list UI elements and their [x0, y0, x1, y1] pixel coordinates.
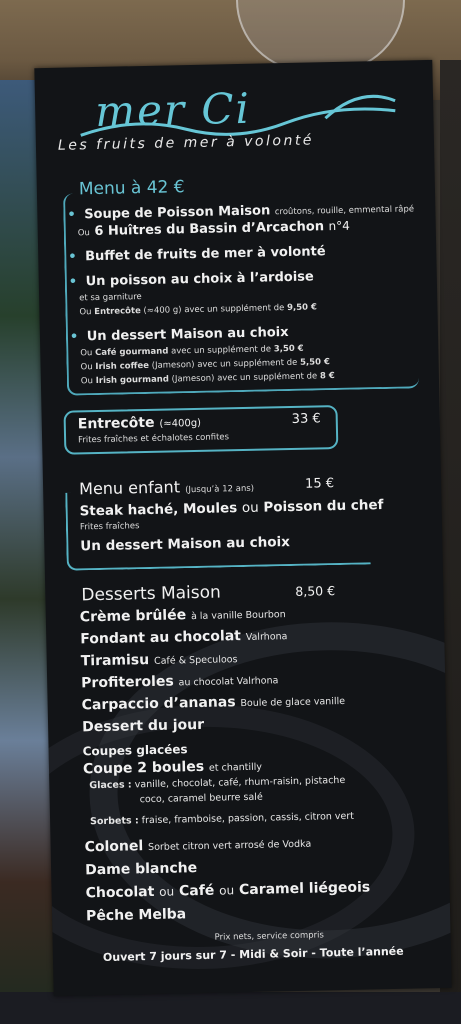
- dessert-sub: au chocolat Valrhona: [178, 675, 279, 689]
- sorbets-label: Sorbets :: [90, 815, 139, 828]
- enfant-price: 15 €: [304, 476, 335, 492]
- dessert-row: Crème brûlée à la vanille Bourbon: [80, 605, 286, 625]
- entrecote-supp-prefix: Ou: [79, 307, 92, 318]
- dame-blanche-row: Dame blanche: [84, 860, 198, 879]
- liegeois-cafe: Café: [178, 882, 215, 900]
- dessert-sub: Boule de glace vanille: [240, 695, 346, 710]
- enfant-frites: Frites fraîches: [79, 521, 140, 533]
- huitres-sub: n°4: [328, 218, 350, 234]
- glaces-label: Glaces :: [89, 779, 132, 792]
- liegeois-ou-1: ou: [159, 884, 175, 899]
- desserts-title: Desserts Maison: [81, 582, 222, 606]
- entrecote-weight: (≈400g): [159, 417, 202, 430]
- dessert-sub: Valrhona: [245, 631, 288, 643]
- colonel-label: Colonel: [84, 838, 144, 856]
- enfant-label: Menu enfant: [78, 477, 181, 499]
- irish-price: 5,50 €: [299, 357, 330, 368]
- cafe-prefix: Ou: [80, 348, 93, 359]
- soupe-sub: croûtons, rouille, emmental râpé: [274, 204, 415, 218]
- coupe2-label: Coupe 2 boules: [82, 758, 205, 778]
- dessert-row: Dessert du jour: [82, 717, 204, 736]
- colonel-sub: Sorbet citron vert arrosé de Vodka: [148, 838, 312, 854]
- cafe-price: 3,50 €: [273, 343, 304, 355]
- logo-text: mer Ci: [94, 83, 252, 136]
- dessert-name: Fondant au chocolat: [80, 628, 242, 648]
- irishg-price: 8 €: [319, 371, 335, 382]
- huitres-prefix: Ou: [77, 228, 90, 239]
- liegeois-chocolat: Chocolat: [85, 883, 155, 902]
- irishg-bold: Irish gourmand: [95, 374, 169, 387]
- desserts-price: 8,50 €: [295, 583, 336, 599]
- irishg-prefix: Ou: [80, 376, 94, 387]
- coupe2-sub: et chantilly: [208, 761, 263, 774]
- irish-bold: Irish coffee: [95, 360, 150, 373]
- dessert-row: Tiramisu Café & Speculoos: [81, 650, 238, 669]
- entrecote-label: Entrecôte: [77, 414, 155, 433]
- enfant-title: Menu enfant (Jusqu’à 12 ans): [78, 476, 255, 499]
- plat-poisson: Poisson du chef: [263, 497, 384, 516]
- plat-moules: Moules: [182, 500, 238, 518]
- entrecote-supp-bold: Entrecôte: [94, 306, 141, 318]
- dessert-name: Dessert du jour: [81, 716, 205, 736]
- coupes-title: Coupes glacées: [82, 742, 188, 759]
- menu-42-title: Menu à 42 €: [78, 177, 185, 200]
- dessert-name: Profiteroles: [81, 673, 174, 692]
- dessert-sub: à la vanille Bourbon: [190, 609, 286, 623]
- dessert-sub: Café & Speculoos: [153, 654, 238, 667]
- peche-melba-row: Pêche Melba: [85, 906, 187, 925]
- table-edge: [0, 992, 461, 1024]
- entrecote-title: Entrecôte (≈400g): [78, 414, 202, 433]
- cafe-bold: Café gourmand: [94, 346, 169, 359]
- plat-ou: ou: [241, 499, 259, 517]
- enfant-age: (Jusqu’à 12 ans): [185, 483, 255, 496]
- liegeois-caramel: Caramel liégeois: [238, 879, 371, 899]
- entrecote-supp-price: 9,50 €: [286, 302, 318, 314]
- garniture-text: et sa garniture: [79, 292, 142, 304]
- plat-steak: Steak haché,: [79, 501, 179, 520]
- entrecote-price: 33 €: [291, 411, 321, 427]
- cafe-rest: avec un supplément de: [170, 344, 272, 357]
- dessert-name: Crème brûlée: [79, 607, 187, 626]
- dessert-name: Carpaccio d’ananas: [81, 694, 236, 714]
- dessert-name: Tiramisu: [80, 651, 150, 670]
- irish-prefix: Ou: [80, 362, 93, 373]
- liegeois-ou-2: ou: [219, 883, 235, 898]
- menu-card: mer Ci Les fruits de mer à volonté Menu …: [34, 59, 452, 997]
